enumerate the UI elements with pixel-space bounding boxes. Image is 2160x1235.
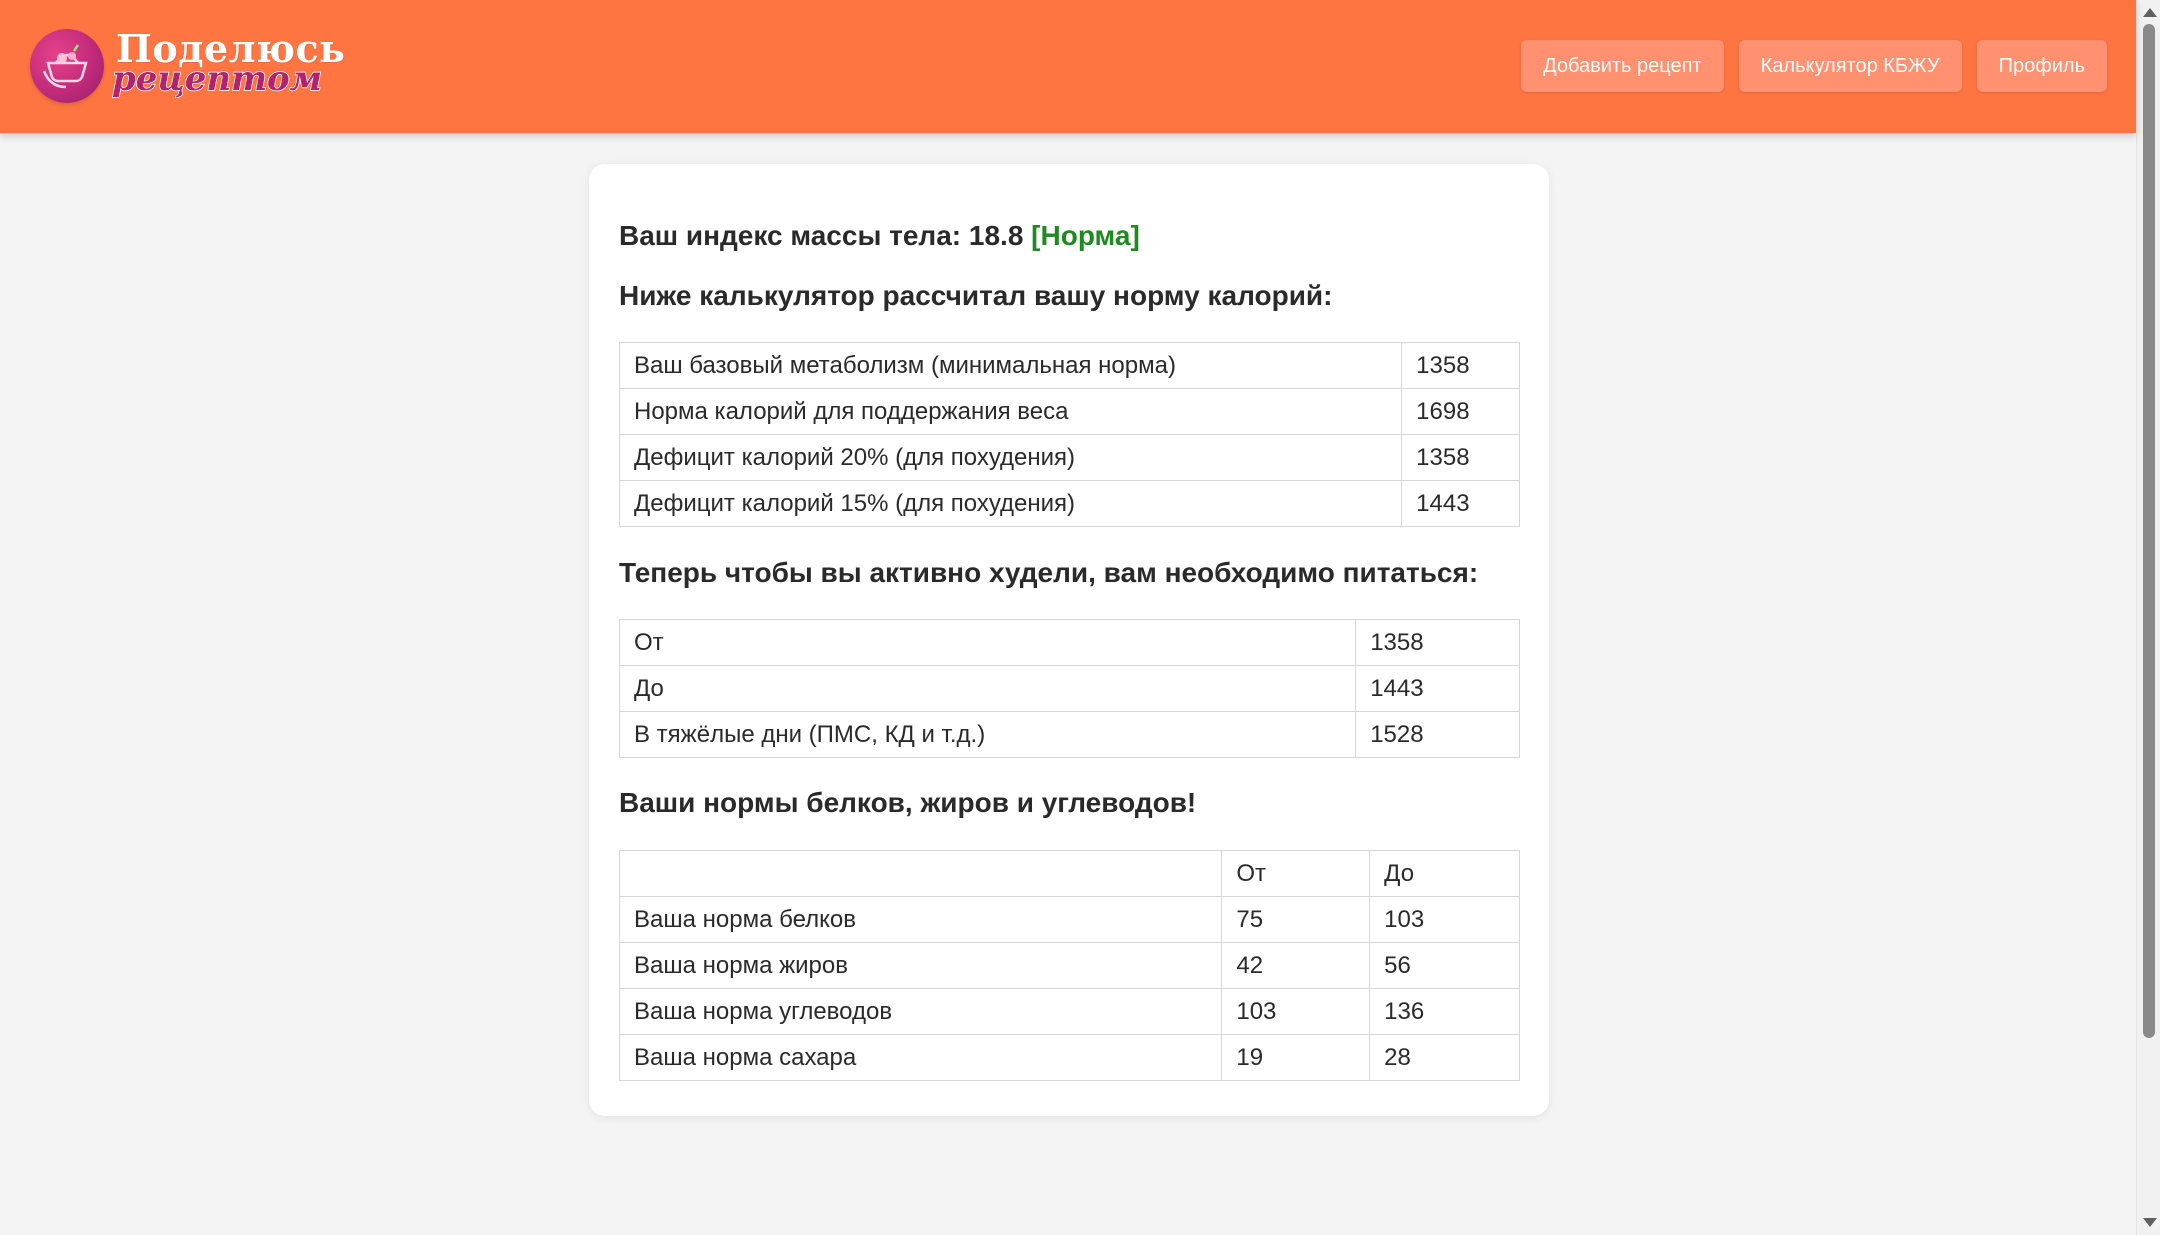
add-recipe-button[interactable]: Добавить рецепт <box>1521 40 1724 92</box>
calories-row-label: Норма калорий для поддержания веса <box>618 388 1403 435</box>
macros-row-label: Ваша норма жиров <box>618 942 1223 989</box>
macros-header-from: От <box>1221 850 1371 897</box>
macros-heading: Ваши нормы белков, жиров и углеводов! <box>619 787 1197 818</box>
weight-loss-heading: Теперь чтобы вы активно худели, вам необ… <box>619 557 1479 588</box>
table-row: Ваш базовый метаболизм (минимальная норм… <box>618 342 1520 389</box>
macros-row-from: 42 <box>1221 942 1371 989</box>
calories-row-label: Дефицит калорий 20% (для похудения) <box>618 434 1403 481</box>
bmi-status: [Норма] <box>1031 220 1140 251</box>
calories-row-label: Дефицит калорий 15% (для похудения) <box>618 480 1403 527</box>
table-row: От 1358 <box>618 619 1520 666</box>
calories-table: Ваш базовый метаболизм (минимальная норм… <box>618 342 1520 527</box>
bmi-label: Ваш индекс массы тела: <box>619 220 962 251</box>
weight-loss-row-value: 1528 <box>1355 711 1520 758</box>
table-row: Норма калорий для поддержания веса 1698 <box>618 388 1520 435</box>
table-row: Дефицит калорий 15% (для похудения) 1443 <box>618 480 1520 527</box>
macros-header-blank <box>618 850 1223 897</box>
weight-loss-row-value: 1443 <box>1355 665 1520 712</box>
calories-heading: Ниже калькулятор рассчитал вашу норму ка… <box>619 280 1333 311</box>
site-logo[interactable]: Поделюсь рецептом <box>30 26 345 106</box>
macros-row-from: 103 <box>1221 988 1371 1035</box>
calories-row-label: Ваш базовый метаболизм (минимальная норм… <box>618 342 1403 389</box>
table-row: Ваша норма белков 75 103 <box>618 896 1520 943</box>
logo-text: Поделюсь рецептом <box>111 26 345 106</box>
scroll-down-arrow-icon[interactable] <box>2143 1218 2157 1227</box>
table-row: До 1443 <box>618 665 1520 712</box>
calories-row-value: 1698 <box>1401 388 1520 435</box>
weight-loss-row-label: До <box>618 665 1357 712</box>
page: Поделюсь рецептом Добавить рецепт Кальку… <box>0 0 2160 1235</box>
weight-loss-row-label: От <box>618 619 1357 666</box>
top-nav: Добавить рецепт Калькулятор КБЖУ Профиль <box>1521 40 2107 92</box>
bmi-value: 18.8 <box>968 220 1024 251</box>
macros-row-label: Ваша норма белков <box>618 896 1223 943</box>
kbju-calculator-button[interactable]: Калькулятор КБЖУ <box>1738 40 1962 92</box>
vertical-scrollbar[interactable] <box>2136 0 2160 1235</box>
bmi-result: Ваш индекс массы тела: 18.8 [Норма] <box>619 220 1140 252</box>
macros-header-to: До <box>1369 850 1520 897</box>
macros-row-label: Ваша норма углеводов <box>618 988 1223 1035</box>
table-row: В тяжёлые дни (ПМС, КД и т.д.) 1528 <box>618 711 1520 758</box>
scroll-up-arrow-icon[interactable] <box>2143 8 2157 17</box>
calories-row-value: 1358 <box>1401 342 1520 389</box>
logo-subtitle: рецептом <box>111 58 323 100</box>
macros-row-to: 136 <box>1369 988 1520 1035</box>
site-header: Поделюсь рецептом Добавить рецепт Кальку… <box>0 0 2136 133</box>
table-row: Ваша норма углеводов 103 136 <box>618 988 1520 1035</box>
weight-loss-row-label: В тяжёлые дни (ПМС, КД и т.д.) <box>618 711 1357 758</box>
macros-row-from: 75 <box>1221 896 1371 943</box>
weight-loss-row-value: 1358 <box>1355 619 1520 666</box>
weight-loss-table: От 1358 До 1443 В тяжёлые дни (ПМС, КД и… <box>618 619 1520 758</box>
macros-row-to: 103 <box>1369 896 1520 943</box>
table-row: Ваша норма жиров 42 56 <box>618 942 1520 989</box>
calories-row-value: 1443 <box>1401 480 1520 527</box>
results-card: Ваш индекс массы тела: 18.8 [Норма] Ниже… <box>589 164 1549 1116</box>
macros-row-from: 19 <box>1221 1034 1371 1081</box>
macros-table: От До Ваша норма белков 75 103 Ваша норм… <box>618 850 1520 1081</box>
table-header-row: От До <box>618 850 1520 897</box>
logo-basket-icon <box>30 29 104 103</box>
table-row: Ваша норма сахара 19 28 <box>618 1034 1520 1081</box>
macros-row-label: Ваша норма сахара <box>618 1034 1223 1081</box>
calories-row-value: 1358 <box>1401 434 1520 481</box>
table-row: Дефицит калорий 20% (для похудения) 1358 <box>618 434 1520 481</box>
macros-row-to: 56 <box>1369 942 1520 989</box>
profile-button[interactable]: Профиль <box>1976 40 2107 92</box>
macros-row-to: 28 <box>1369 1034 1520 1081</box>
scrollbar-thumb[interactable] <box>2143 24 2155 1038</box>
